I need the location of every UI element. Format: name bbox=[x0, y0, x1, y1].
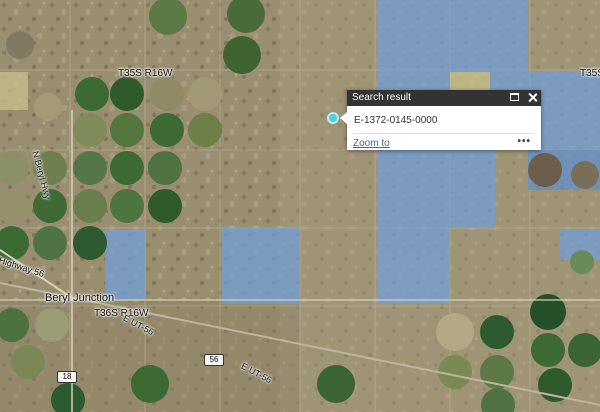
popup-pointer bbox=[340, 112, 347, 124]
route-shield-56: 56 bbox=[204, 354, 224, 366]
search-result-popup: Search result E-1372-0145-0000 Zoom to •… bbox=[340, 90, 541, 150]
map-canvas[interactable]: T35S R16W T35S T36S R16W Beryl Junction … bbox=[0, 0, 600, 412]
zoom-to-link[interactable]: Zoom to bbox=[353, 138, 390, 149]
popup-header: Search result bbox=[347, 90, 541, 106]
popup-title: Search result bbox=[352, 92, 411, 103]
maximize-icon[interactable] bbox=[510, 93, 520, 102]
town-label-beryl-junction: Beryl Junction bbox=[45, 292, 115, 304]
route-shield-18: 18 bbox=[57, 371, 77, 383]
selected-location-marker[interactable] bbox=[327, 112, 339, 124]
close-icon[interactable] bbox=[528, 93, 537, 102]
township-label-south: T36S R16W bbox=[94, 308, 149, 319]
popup-body: E-1372-0145-0000 bbox=[347, 106, 541, 133]
result-parcel-id: E-1372-0145-0000 bbox=[354, 115, 438, 126]
more-options-icon[interactable]: ••• bbox=[517, 136, 531, 147]
popup-footer: Zoom to ••• bbox=[353, 133, 535, 149]
township-label-north: T35S R16W bbox=[118, 68, 173, 79]
township-label-north-east: T35S bbox=[580, 68, 600, 79]
satellite-imagery bbox=[0, 0, 600, 412]
